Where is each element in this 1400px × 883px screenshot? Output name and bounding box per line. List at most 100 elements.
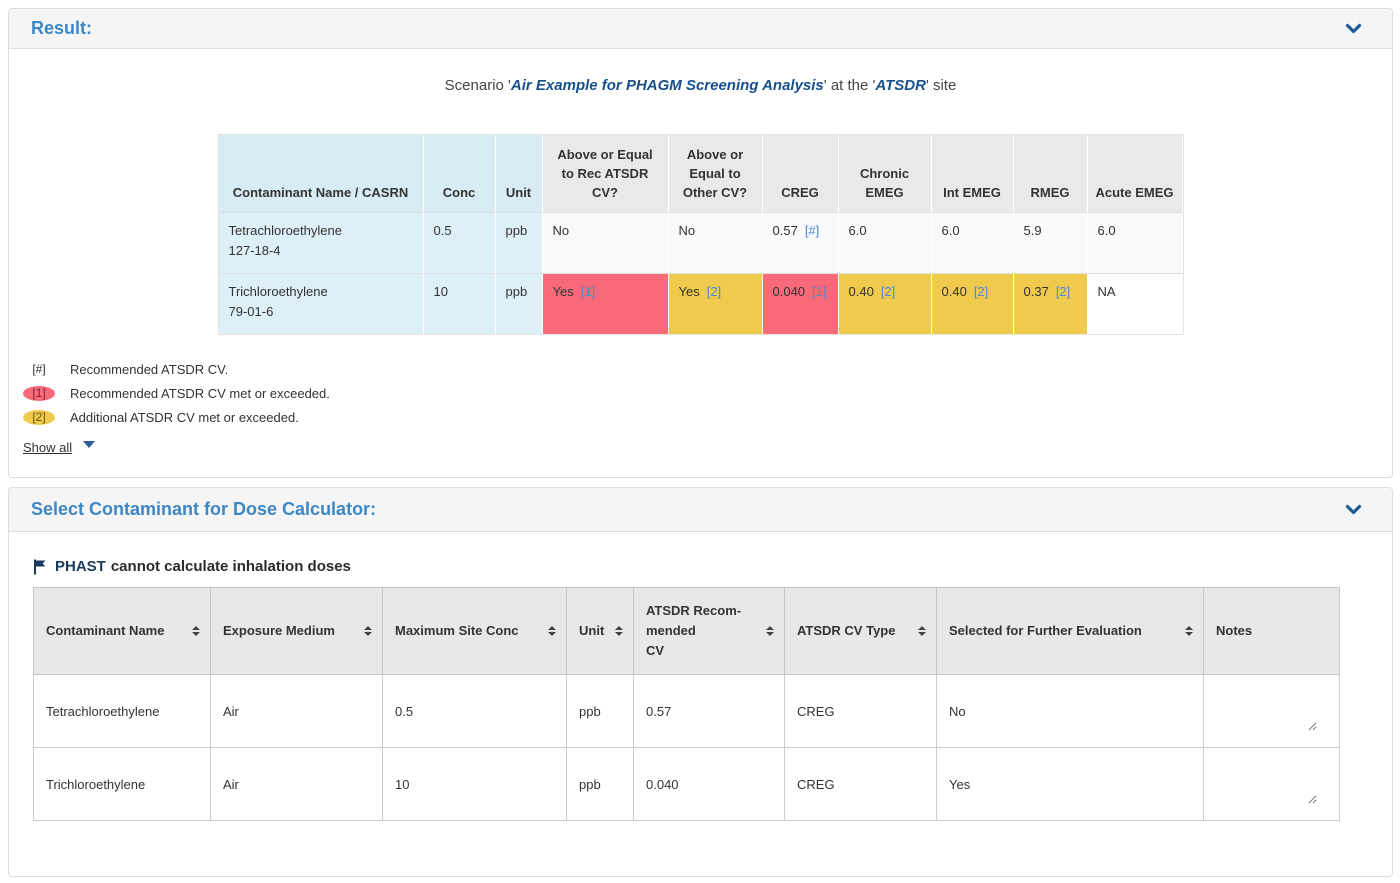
legend-item: [#] Recommended ATSDR CV.	[23, 361, 1392, 377]
footnote-link[interactable]: [1]	[581, 284, 595, 299]
cell-rec-cv: 0.040	[634, 748, 785, 821]
result-panel-title: Result:	[31, 18, 92, 39]
cell-above-other: Yes [2]	[669, 273, 763, 334]
sort-icon[interactable]	[548, 626, 556, 636]
scenario-suffix: ' site	[926, 77, 956, 94]
col-selected-further-eval[interactable]: Selected for Further Evaluation	[937, 588, 1204, 675]
cell-rmeg: 0.37[2]	[1014, 273, 1088, 334]
cell-value: 0.040	[773, 284, 806, 299]
show-all-link[interactable]: Show all	[23, 440, 72, 455]
cell-unit: ppb	[496, 273, 543, 334]
show-all: Show all	[23, 440, 1392, 455]
col-creg: CREG	[763, 135, 839, 212]
cell-value: No	[679, 223, 696, 238]
notes-input[interactable]	[1214, 687, 1317, 731]
cell-max-site-conc: 0.5	[383, 675, 567, 748]
footnote-link[interactable]: [1]	[812, 284, 826, 299]
table-row: Tetrachloroethylene 127-18-4 0.5 ppb No …	[219, 212, 1183, 273]
table-row: Tetrachloroethylene Air 0.5 ppb 0.57 CRE…	[34, 675, 1340, 748]
result-panel-header[interactable]: Result:	[9, 9, 1392, 49]
cell-int-emeg: 6.0	[932, 212, 1014, 273]
contaminant-name: Trichloroethylene	[229, 284, 413, 299]
legend-item: [1] Recommended ATSDR CV met or exceeded…	[23, 385, 1392, 401]
app-name: PHAST	[55, 558, 106, 575]
cell-contaminant-name: Trichloroethylene	[34, 748, 211, 821]
caret-down-icon[interactable]	[83, 441, 95, 448]
notes-input[interactable]	[1214, 760, 1317, 804]
col-atsdr-recommended-cv[interactable]: ATSDR Recom- mended CV	[634, 588, 785, 675]
cell-value: 5.9	[1024, 223, 1042, 238]
cell-cv-type: CREG	[785, 748, 937, 821]
page: Result: Scenario 'Air Example for PHAGM …	[0, 0, 1400, 877]
result-panel: Result: Scenario 'Air Example for PHAGM …	[8, 8, 1393, 478]
legend-text: Recommended ATSDR CV.	[70, 362, 228, 377]
footnote-link[interactable]: [2]	[1056, 284, 1070, 299]
sort-icon[interactable]	[192, 626, 200, 636]
inhalation-notice: PHAST cannot calculate inhalation doses	[33, 558, 1392, 575]
dose-contaminant-table: Contaminant Name Exposure Medium Maximum…	[33, 587, 1340, 821]
notice-text: cannot calculate inhalation doses	[111, 558, 351, 575]
column-label: Selected for Further Evaluation	[949, 621, 1142, 641]
cell-selected: No	[937, 675, 1204, 748]
site-name: ATSDR	[875, 77, 926, 94]
sort-icon[interactable]	[364, 626, 372, 636]
cell-value: No	[553, 223, 570, 238]
cell-value: 6.0	[1098, 223, 1116, 238]
dose-panel-body: PHAST cannot calculate inhalation doses …	[9, 558, 1392, 821]
cell-acute-emeg: 6.0	[1088, 212, 1183, 273]
col-conc: Conc	[424, 135, 496, 212]
cell-rmeg: 5.9	[1014, 212, 1088, 273]
screening-header-row: Contaminant Name / CASRN Conc Unit Above…	[219, 135, 1183, 212]
cell-value: Yes	[679, 284, 700, 299]
col-contaminant-casrn: Contaminant Name / CASRN	[219, 135, 424, 212]
col-contaminant-name[interactable]: Contaminant Name	[34, 588, 211, 675]
sort-icon[interactable]	[615, 626, 623, 636]
cell-value: 0.40	[942, 284, 967, 299]
scenario-middle: ' at the '	[824, 77, 876, 94]
sort-icon[interactable]	[766, 626, 774, 636]
footnote-link[interactable]: [#]	[805, 223, 819, 238]
col-max-site-conc[interactable]: Maximum Site Conc	[383, 588, 567, 675]
col-rmeg: RMEG	[1014, 135, 1088, 212]
dose-panel-header[interactable]: Select Contaminant for Dose Calculator:	[9, 488, 1392, 532]
chevron-down-icon[interactable]	[1345, 23, 1362, 35]
col-unit[interactable]: Unit	[567, 588, 634, 675]
chevron-down-icon[interactable]	[1345, 504, 1362, 516]
column-label: Maximum Site Conc	[395, 621, 519, 641]
column-label: ATSDR CV Type	[797, 621, 895, 641]
cell-selected: Yes	[937, 748, 1204, 821]
cell-contaminant: Tetrachloroethylene 127-18-4	[219, 212, 424, 273]
cell-notes	[1204, 675, 1340, 748]
contaminant-casrn: 79-01-6	[229, 304, 413, 319]
col-chronic-emeg: Chronic EMEG	[839, 135, 932, 212]
legend-text: Additional ATSDR CV met or exceeded.	[70, 410, 299, 425]
cell-rec-cv: 0.57	[634, 675, 785, 748]
col-atsdr-cv-type[interactable]: ATSDR CV Type	[785, 588, 937, 675]
col-exposure-medium[interactable]: Exposure Medium	[211, 588, 383, 675]
dose-panel-title: Select Contaminant for Dose Calculator:	[31, 499, 376, 520]
sort-icon[interactable]	[918, 626, 926, 636]
col-unit: Unit	[496, 135, 543, 212]
cell-conc: 10	[424, 273, 496, 334]
col-acute-emeg: Acute EMEG	[1088, 135, 1183, 212]
cell-value: Yes	[553, 284, 574, 299]
dose-calculator-panel: Select Contaminant for Dose Calculator: …	[8, 487, 1393, 877]
column-label: Contaminant Name	[46, 621, 164, 641]
cell-value: 6.0	[942, 223, 960, 238]
cell-acute-emeg: NA	[1088, 273, 1183, 334]
footnote-link[interactable]: [2]	[881, 284, 895, 299]
footnote-link[interactable]: [2]	[974, 284, 988, 299]
contaminant-name: Tetrachloroethylene	[229, 223, 413, 238]
legend-marker-yellow-pill: [2]	[23, 410, 55, 425]
cell-creg: 0.57[#]	[763, 212, 839, 273]
cell-chronic-emeg: 0.40[2]	[839, 273, 932, 334]
cell-chronic-emeg: 6.0	[839, 212, 932, 273]
table-row: Trichloroethylene Air 10 ppb 0.040 CREG …	[34, 748, 1340, 821]
sort-icon[interactable]	[1185, 626, 1193, 636]
footnote-link[interactable]: [2]	[707, 284, 721, 299]
legend-marker-hash: [#]	[23, 362, 55, 377]
column-label: Unit	[579, 621, 604, 641]
column-label: ATSDR Recom- mended CV	[646, 601, 741, 661]
scenario-prefix: Scenario '	[445, 77, 511, 94]
screening-results-table: Contaminant Name / CASRN Conc Unit Above…	[218, 134, 1184, 335]
